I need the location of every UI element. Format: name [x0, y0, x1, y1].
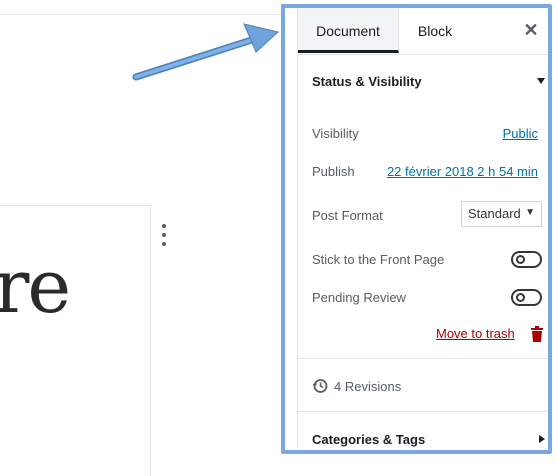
- sidebar-tabs: Document Block ✕: [298, 8, 548, 55]
- pending-review-label: Pending Review: [312, 290, 406, 305]
- trash-icon[interactable]: [530, 326, 544, 342]
- publish-label: Publish: [312, 164, 355, 179]
- status-visibility-title[interactable]: Status & Visibility: [312, 74, 422, 89]
- revisions-row[interactable]: 4 Revisions: [312, 378, 401, 394]
- caret-down-icon[interactable]: [537, 78, 545, 84]
- sticky-label: Stick to the Front Page: [312, 252, 445, 267]
- block-text[interactable]: re: [0, 250, 71, 324]
- sticky-toggle[interactable]: [511, 251, 542, 268]
- visibility-link[interactable]: Public: [503, 126, 538, 141]
- tab-document[interactable]: Document: [298, 8, 399, 53]
- history-icon: [312, 379, 328, 393]
- pending-review-toggle[interactable]: [511, 289, 542, 306]
- chevron-down-icon: ▼: [525, 207, 535, 218]
- more-options-icon[interactable]: [159, 224, 169, 246]
- document-settings-sidebar: Document Block ✕ Status & Visibility Vis…: [281, 4, 552, 454]
- revisions-label: 4 Revisions: [334, 378, 402, 394]
- post-format-select[interactable]: Standard ▼: [461, 201, 542, 227]
- section-divider: [298, 358, 548, 359]
- post-format-value: Standard: [468, 206, 521, 221]
- close-icon[interactable]: ✕: [520, 19, 542, 41]
- publish-date-link[interactable]: 22 février 2018 2 h 54 min: [387, 164, 538, 179]
- annotation-arrow: [132, 23, 280, 81]
- tab-block[interactable]: Block: [399, 8, 471, 53]
- sidebar-panel: Document Block ✕ Status & Visibility Vis…: [297, 8, 548, 450]
- visibility-label: Visibility: [312, 126, 359, 141]
- caret-right-icon[interactable]: [539, 435, 545, 443]
- categories-tags-title[interactable]: Categories & Tags: [312, 432, 425, 447]
- post-format-label: Post Format: [312, 208, 383, 223]
- section-divider: [298, 411, 548, 412]
- move-to-trash-link[interactable]: Move to trash: [436, 326, 515, 341]
